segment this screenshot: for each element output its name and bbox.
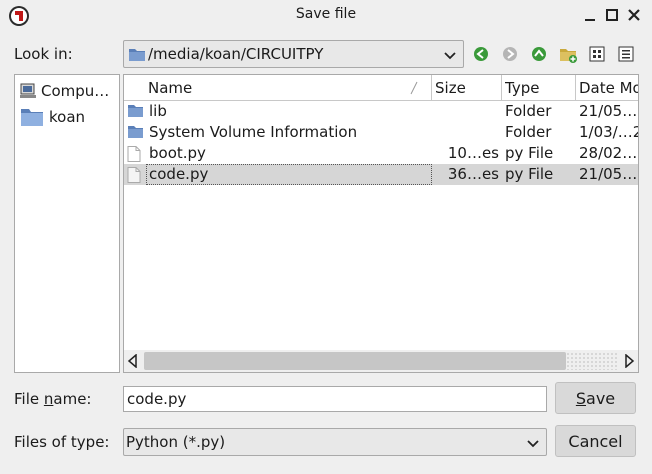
file-name: lib <box>149 102 167 120</box>
file-type-label: Files of type: <box>14 433 110 451</box>
file-date: 28/02… <box>579 144 638 162</box>
file-size: 10…es <box>447 144 499 162</box>
file-list-header: Name Size Type Date Mo <box>124 75 638 101</box>
file-type: Folder <box>505 123 552 141</box>
detail-view-icon[interactable] <box>616 44 636 64</box>
file-name-input[interactable] <box>123 386 547 412</box>
look-in-label: Look in: <box>14 45 73 63</box>
file-date: 21/05… <box>579 102 638 120</box>
table-row[interactable]: lib Folder 21/05… <box>124 101 638 122</box>
file-type-combo[interactable]: Python (*.py) <box>123 428 547 456</box>
look-in-combo[interactable]: /media/koan/CIRCUITPY <box>123 40 464 68</box>
close-icon[interactable] <box>625 6 643 24</box>
file-icon <box>127 146 141 166</box>
file-type: py File <box>505 165 554 183</box>
sidebar-item-label: koan <box>49 108 86 126</box>
folder-icon <box>20 107 44 131</box>
scrollbar-track[interactable] <box>566 352 618 370</box>
list-view-icon[interactable] <box>587 44 607 64</box>
computer-icon <box>19 83 37 103</box>
column-header-size[interactable]: Size <box>435 75 499 101</box>
file-name: System Volume Information <box>149 123 358 141</box>
file-type: py File <box>505 144 554 162</box>
file-name: boot.py <box>149 144 206 162</box>
file-name: code.py <box>149 165 209 183</box>
chevron-down-icon <box>526 436 540 448</box>
cancel-button[interactable]: Cancel <box>555 425 636 457</box>
table-row-selected[interactable]: code.py 36…es py File 21/05… <box>124 164 638 185</box>
table-row[interactable]: System Volume Information Folder 1/03/…2 <box>124 122 638 143</box>
forward-icon[interactable] <box>500 44 520 64</box>
file-size: 36…es <box>447 165 499 183</box>
maximize-icon[interactable] <box>603 6 621 24</box>
horizontal-scrollbar[interactable] <box>124 350 638 372</box>
column-header-name[interactable]: Name <box>148 75 428 101</box>
file-name-label: File name: <box>14 390 92 408</box>
scroll-right-icon[interactable] <box>622 353 636 372</box>
file-type-value: Python (*.py) <box>126 433 226 451</box>
minimize-icon[interactable] <box>581 6 599 24</box>
window-title: Save file <box>295 6 357 22</box>
folder-icon <box>128 47 146 66</box>
new-folder-icon[interactable] <box>558 44 578 64</box>
table-row[interactable]: boot.py 10…es py File 28/02… <box>124 143 638 164</box>
sort-indicator-icon <box>409 81 419 95</box>
file-date: 21/05… <box>579 165 638 183</box>
look-in-path: /media/koan/CIRCUITPY <box>148 45 324 63</box>
title-bar: Save file <box>0 0 652 32</box>
scrollbar-thumb[interactable] <box>144 352 566 370</box>
chevron-down-icon <box>443 48 457 60</box>
places-sidebar: Compu… koan <box>14 74 120 373</box>
parent-dir-icon[interactable] <box>529 44 549 64</box>
back-icon[interactable] <box>471 44 491 64</box>
file-list: Name Size Type Date Mo lib Folder 21/05…… <box>123 74 639 373</box>
column-header-type[interactable]: Type <box>505 75 575 101</box>
file-icon <box>127 167 141 187</box>
file-date: 1/03/…2 <box>579 123 639 141</box>
file-type: Folder <box>505 102 552 120</box>
sidebar-item-label: Compu… <box>41 82 110 100</box>
folder-icon <box>127 125 144 143</box>
scroll-left-icon[interactable] <box>126 353 140 372</box>
column-header-date[interactable]: Date Mo <box>579 75 638 101</box>
save-button[interactable]: Save <box>555 382 636 414</box>
folder-icon <box>127 104 144 122</box>
